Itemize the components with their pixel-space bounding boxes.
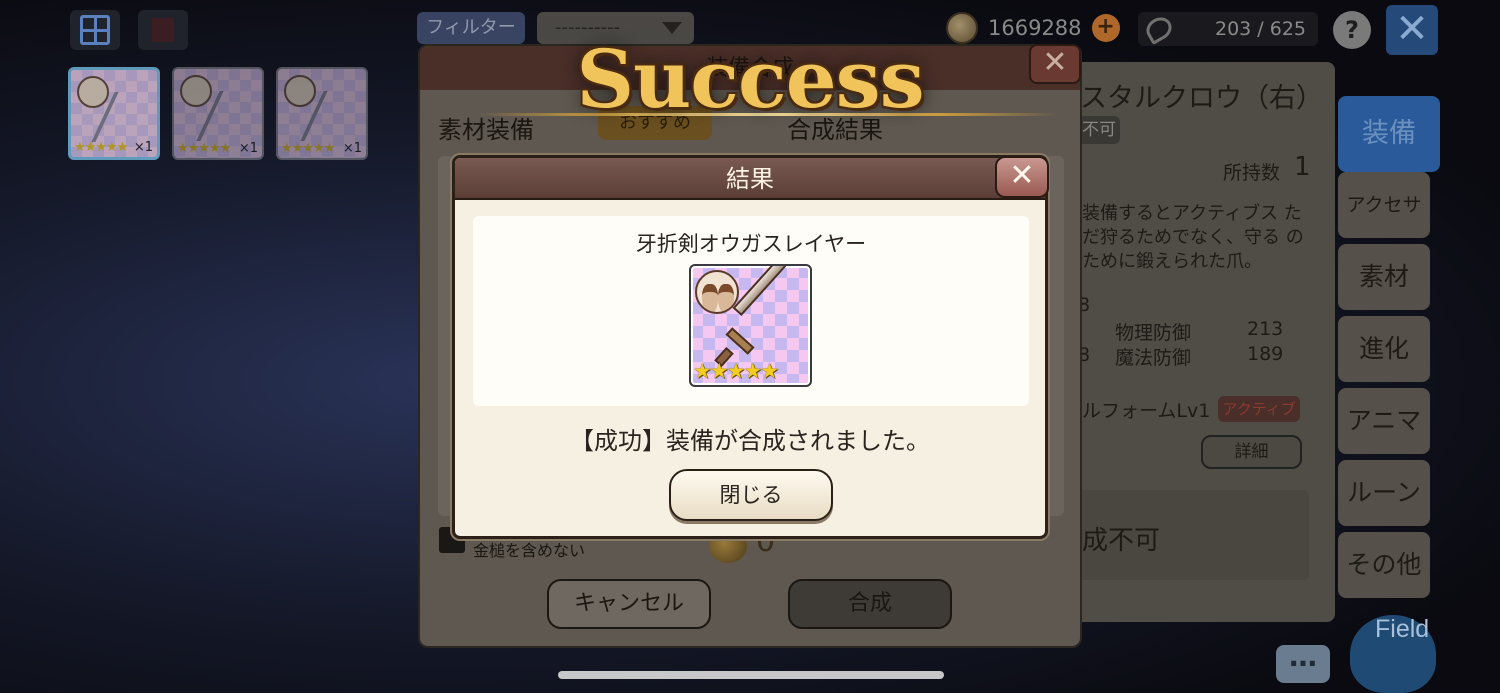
owned-count-label: 所持数: [1223, 162, 1281, 184]
cancel-button[interactable]: キャンセル: [547, 579, 711, 629]
synthesize-button[interactable]: 合成: [788, 579, 952, 629]
tab-accessory[interactable]: アクセサリ: [1338, 172, 1430, 282]
material-count: ×1: [342, 141, 362, 156]
tab-material[interactable]: 素材: [1338, 244, 1430, 310]
rarity-stars: ★★★★★: [281, 141, 335, 156]
exclude-gold-label: 金槌を含めない: [473, 541, 586, 560]
result-item-card[interactable]: ★★★★★: [689, 264, 812, 387]
skill-detail-button[interactable]: 詳細: [1201, 435, 1302, 469]
result-modal: 結果 ✕ 牙折剣オウガスレイヤー ★★★★★ 【成功】装備が合成されました。 閉…: [452, 155, 1049, 539]
owned-count-value: 1: [1294, 152, 1311, 182]
result-message: 【成功】装備が合成されました。: [570, 427, 930, 455]
rarity-stars: ★★★★★: [177, 141, 231, 156]
field-label: Field: [1375, 615, 1430, 643]
success-banner: Success: [576, 32, 924, 126]
chat-button[interactable]: …: [1276, 643, 1330, 683]
field-button[interactable]: Field: [1342, 603, 1452, 693]
tab-anima[interactable]: アニマ: [1338, 388, 1430, 454]
sword-icon: [732, 266, 797, 317]
mag-def-value: 189: [1247, 343, 1284, 365]
skill-name: ルフォームLv1: [1082, 400, 1211, 422]
tab-evolution[interactable]: 進化: [1338, 316, 1430, 382]
home-indicator[interactable]: [558, 671, 944, 679]
item-description: 装備するとアクティブス ただ狩るためでなく、守る のために鍛えられた爪。: [1082, 203, 1304, 272]
rarity-stars: ★★★★★: [74, 140, 128, 155]
material-count: ×1: [133, 140, 153, 155]
active-skill-tag: アクティブ: [1218, 396, 1300, 422]
phys-def-value: 213: [1247, 318, 1284, 340]
mag-def-label: 魔法防御: [1115, 347, 1192, 369]
result-modal-header: 結果: [455, 158, 1045, 200]
synthesis-unavailable-text: 成不可: [1082, 526, 1161, 556]
result-item-name: 牙折剣オウガスレイヤー: [635, 232, 867, 256]
result-modal-title: 結果: [726, 165, 774, 193]
result-item-panel: 牙折剣オウガスレイヤー ★★★★★: [473, 216, 1029, 406]
close-button[interactable]: 閉じる: [669, 469, 833, 521]
rarity-stars: ★★★★★: [693, 359, 779, 383]
material-count: ×1: [238, 141, 258, 156]
result-close-icon-button[interactable]: ✕: [995, 156, 1049, 198]
tab-other[interactable]: その他: [1338, 532, 1430, 598]
phys-def-label: 物理防御: [1115, 322, 1192, 344]
tab-rune[interactable]: ルーン: [1338, 460, 1430, 526]
